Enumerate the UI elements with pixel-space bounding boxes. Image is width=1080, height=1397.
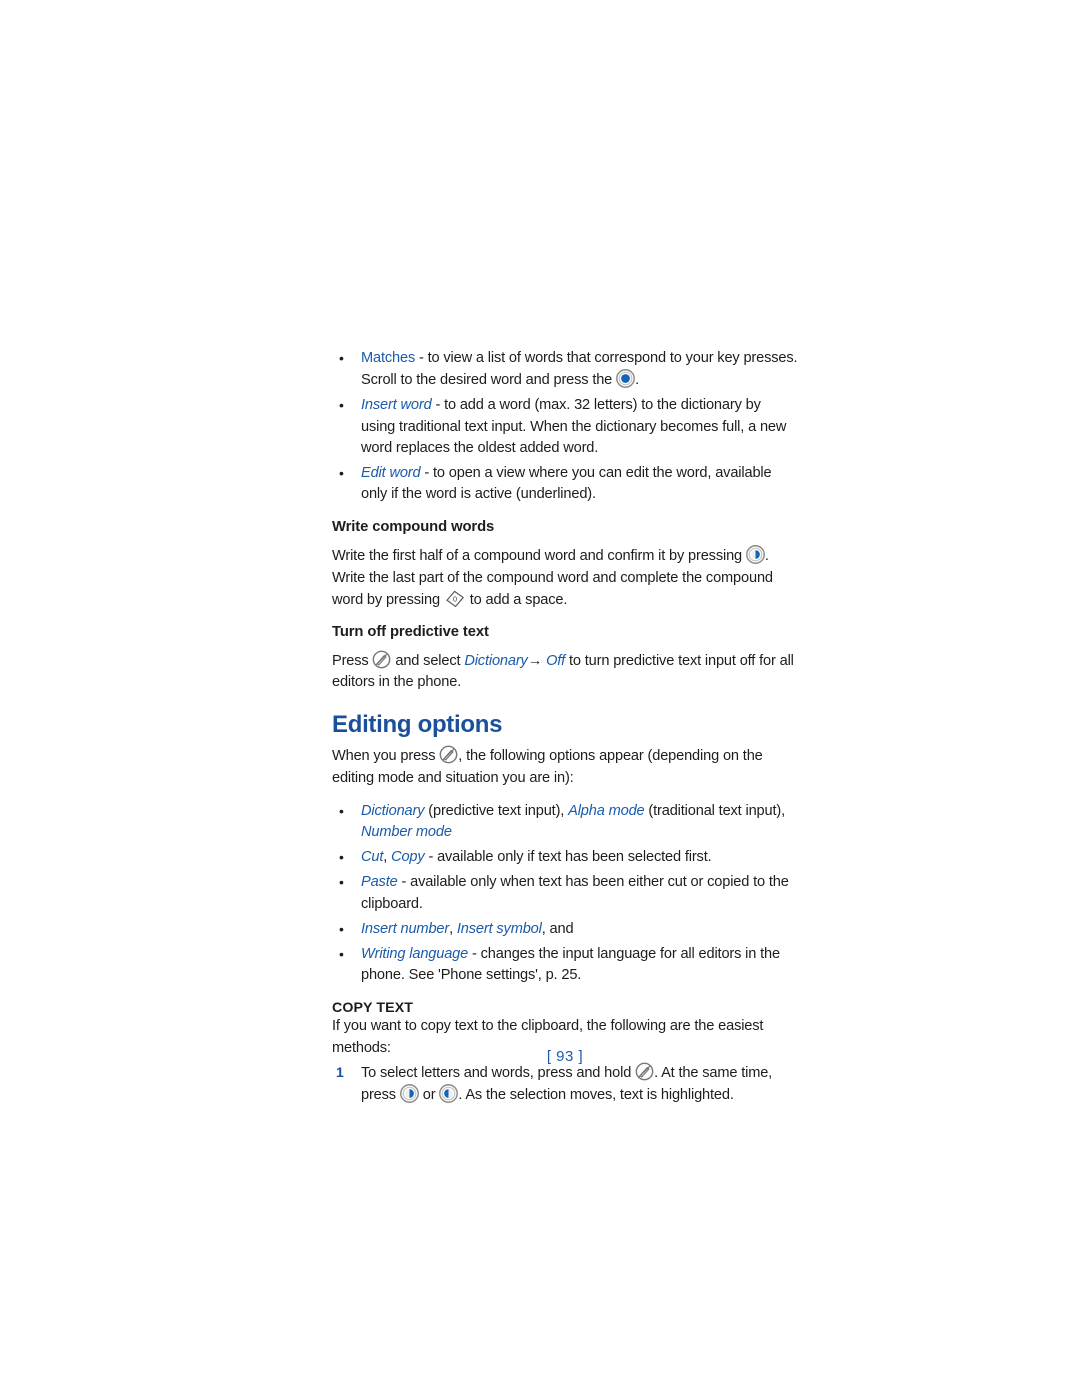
scroll-key-icon <box>616 369 636 389</box>
term-edit-word: Edit word <box>361 465 421 482</box>
list-item-text: , <box>449 920 457 937</box>
term-label: Writing language <box>361 946 469 963</box>
bullet-dot-icon: • <box>339 802 344 819</box>
paragraph-compound-words: Write the first half of a compound word … <box>332 545 798 611</box>
page-title-editing-options: Editing options <box>332 711 503 739</box>
term-insert-word: Insert word <box>361 397 432 414</box>
edit-menu-key-icon <box>372 650 391 669</box>
predictive-options-list: • Matches - to view a list of words that … <box>332 348 798 505</box>
term-label: Dictionary <box>361 802 425 819</box>
bullet-dot-icon: • <box>339 350 344 366</box>
term-label: Cut <box>361 849 384 866</box>
editing-options-list: • Dictionary (predictive text input), Alp… <box>332 801 798 987</box>
scroll-right-key-icon <box>399 1084 419 1104</box>
paragraph-turn-off-predictive: Press and select Dictionary→ Off to turn… <box>332 650 798 693</box>
list-item: • Insert word - to add a word (max. 32 le… <box>332 395 798 459</box>
paragraph-text: Press <box>332 653 373 670</box>
edit-menu-key-icon <box>439 745 458 764</box>
bullet-dot-icon: • <box>339 920 344 937</box>
arrow-glyph: → <box>527 653 543 670</box>
list-item: • Cut, Copy - available only if text has … <box>332 847 798 868</box>
step-text: . As the selection moves, text is highli… <box>458 1087 734 1104</box>
list-item-text: (traditional text input), <box>644 802 785 819</box>
paragraph-text: Write the first half of a compound word … <box>332 548 746 565</box>
svg-text:0: 0 <box>453 594 457 603</box>
page-number: [ 93 ] <box>546 1048 584 1065</box>
list-item: • Matches - to view a list of words that … <box>332 348 798 391</box>
page-footer: [ 93 ] <box>332 1048 798 1065</box>
term-label: Copy <box>391 849 425 866</box>
step-text: or <box>418 1087 440 1104</box>
scroll-right-key-icon <box>745 545 765 565</box>
paragraph-text: to add a space. <box>465 591 568 608</box>
paragraph-text: and select <box>391 653 465 670</box>
list-number: 1 <box>336 1063 344 1080</box>
term-label: Paste <box>361 874 398 891</box>
subheading-copy-text: COPY TEXT <box>332 1000 414 1017</box>
term-off: Off <box>546 653 566 670</box>
list-item-text-after: . <box>635 372 639 389</box>
bullet-dot-icon: • <box>339 874 344 891</box>
paragraph-text: When you press <box>332 748 440 765</box>
list-item-text: (predictive text input), <box>424 802 569 819</box>
zero-space-key-icon: 0 <box>444 589 466 609</box>
subheading-write-compound-words: Write compound words <box>332 519 495 536</box>
list-item-text: - to view a list of words that correspon… <box>361 350 798 389</box>
list-item: • Dictionary (predictive text input), Alp… <box>332 801 798 843</box>
bullet-dot-icon: • <box>339 465 344 482</box>
document-page-content: • Matches - to view a list of words that … <box>332 348 798 1106</box>
term-dictionary: Dictionary <box>464 653 528 670</box>
list-item: • Edit word - to open a view where you ca… <box>332 463 798 505</box>
term-label: Alpha mode <box>568 802 645 819</box>
list-item: • Insert number, Insert symbol, and <box>332 919 798 940</box>
list-item-text: - available only if text has been select… <box>424 849 712 866</box>
list-item-text: , <box>383 849 392 866</box>
bullet-dot-icon: • <box>339 946 344 963</box>
numbered-list-item-1: 1 To select letters and words, press and … <box>332 1062 798 1106</box>
bullet-dot-icon: • <box>339 397 344 414</box>
term-label: Insert number <box>361 920 450 937</box>
subheading-turn-off-predictive-text: Turn off predictive text <box>332 624 489 641</box>
paragraph-editing-options-intro: When you press , the following options a… <box>332 745 798 788</box>
term-matches: Matches <box>361 350 416 366</box>
list-item-text: , and <box>541 920 574 937</box>
list-item: • Paste - available only when text has be… <box>332 872 798 914</box>
step-text: To select letters and words, press and h… <box>361 1064 636 1081</box>
scroll-left-key-icon <box>439 1084 459 1104</box>
bullet-dot-icon: • <box>339 849 344 866</box>
list-item-text: - available only when text has been eith… <box>361 874 789 912</box>
term-label: Insert symbol <box>456 920 542 937</box>
list-item: • Writing language - changes the input la… <box>332 944 798 986</box>
list-item-text: - to open a view where you can edit the … <box>361 465 772 503</box>
term-label: Number mode <box>361 824 452 841</box>
